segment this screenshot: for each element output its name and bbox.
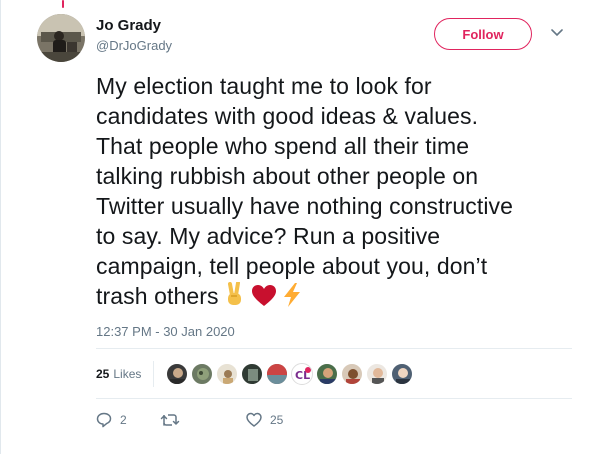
tweet-text: My election taught me to look for candid… [96,71,572,315]
follow-button[interactable]: Follow [434,18,532,50]
divider [96,348,572,349]
like-button[interactable]: 25 [246,412,306,428]
avatar[interactable] [266,363,289,385]
like-count: 25 [270,413,284,427]
avatar[interactable] [366,363,389,385]
reply-count: 2 [120,413,127,427]
avatar[interactable] [216,363,239,385]
author-name[interactable]: Jo Grady [96,17,161,34]
liker-avatars: CL [166,363,416,385]
likes-label: Likes [113,367,142,381]
chevron-down-icon[interactable] [546,22,568,44]
avatar[interactable] [316,363,339,385]
divider [96,398,572,399]
high-voltage-emoji [281,282,303,315]
tweet-line: campaign, tell people about you, don’t [96,253,488,279]
likes-summary[interactable]: 25 Likes CL [96,360,416,388]
avatar[interactable] [241,363,264,385]
tweet-line-last: trash others [96,281,572,315]
tweet-line: to say. My advice? Run a positive [96,223,441,249]
tweet-line: Twitter usually have nothing constructiv… [96,193,514,219]
author-handle[interactable]: @DrJoGrady [96,38,172,53]
author-avatar[interactable] [37,14,85,62]
likes-separator [153,361,155,387]
top-marker [62,0,64,8]
tweet-line: That people who spend all their time [96,133,470,159]
tweet-line: candidates with good ideas & values. [96,103,479,129]
avatar[interactable] [391,363,414,385]
tweet-line: My election taught me to look for [96,73,432,99]
avatar[interactable] [166,363,189,385]
tweet-actions: 2 25 [96,408,306,432]
tweet-timestamp[interactable]: 12:37 PM - 30 Jan 2020 [96,324,235,339]
reply-button[interactable]: 2 [96,412,160,428]
reply-icon [96,412,112,428]
red-heart-emoji [251,284,277,315]
likes-count: 25 [96,367,110,381]
avatar[interactable] [191,363,214,385]
left-border [0,0,1,454]
tweet-line: talking rubbish about other people on [96,163,479,189]
heart-icon [246,412,262,427]
victory-hand-emoji [223,281,247,315]
retweet-icon [160,414,180,426]
avatar[interactable]: CL [291,363,314,385]
avatar[interactable] [341,363,364,385]
tweet-line: trash others [96,283,219,309]
retweet-button[interactable] [160,412,246,428]
